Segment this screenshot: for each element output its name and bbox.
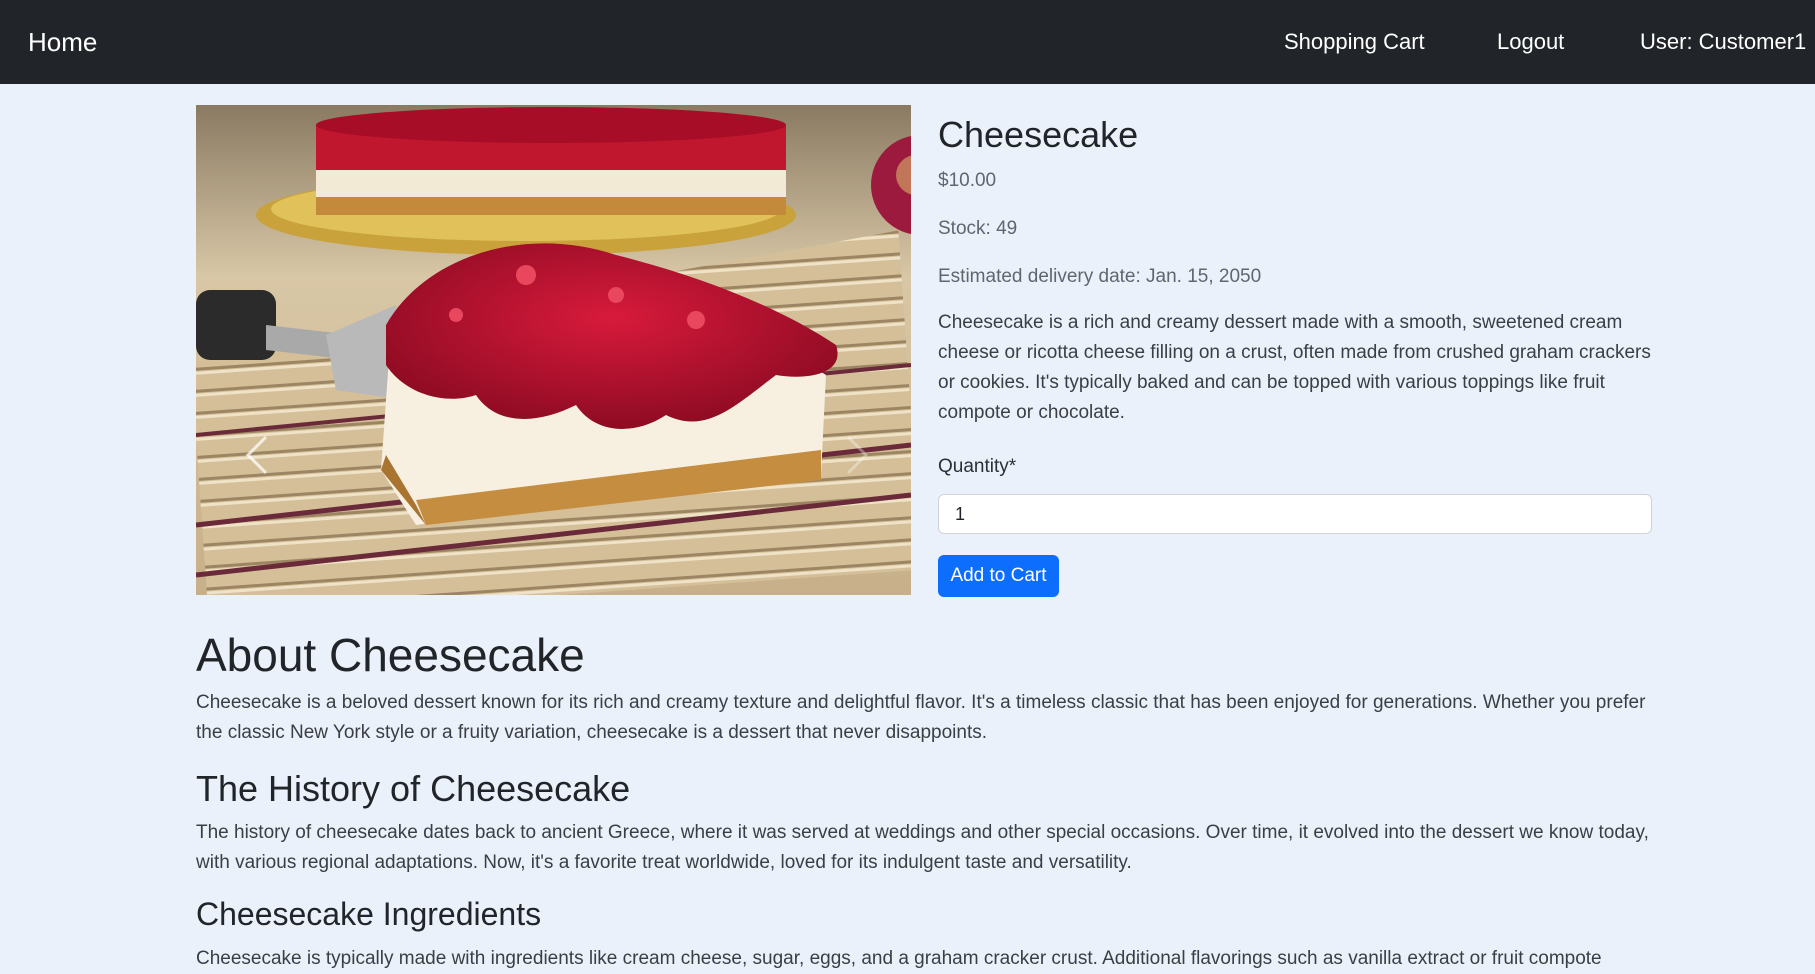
about-heading: About Cheesecake: [196, 629, 585, 681]
chevron-left-icon: [245, 435, 268, 475]
shopping-cart-link[interactable]: Shopping Cart: [1284, 0, 1425, 84]
ingredients-text: Cheesecake is typically made with ingred…: [196, 948, 1602, 969]
product-description: Cheesecake is a rich and creamy dessert …: [938, 312, 1651, 423]
logout-link[interactable]: Logout: [1497, 0, 1564, 84]
product-title: Cheesecake: [938, 114, 1139, 155]
ingredients-heading: Cheesecake Ingredients: [196, 896, 542, 932]
user-link[interactable]: User: Customer1: [1640, 0, 1806, 84]
carousel-prev-button[interactable]: [238, 425, 278, 485]
history-heading: The History of Cheesecake: [196, 768, 631, 809]
top-navbar: Home Shopping Cart Logout User: Customer…: [0, 0, 1815, 84]
add-to-cart-button[interactable]: Add to Cart: [938, 555, 1059, 597]
carousel-next-button[interactable]: [836, 425, 876, 485]
quantity-input[interactable]: [938, 494, 1652, 534]
product-stock: Stock: 49: [938, 218, 1018, 239]
home-link[interactable]: Home: [28, 0, 97, 84]
product-price: $10.00: [938, 170, 997, 191]
about-text: Cheesecake is a beloved dessert known fo…: [196, 692, 1646, 743]
history-text: The history of cheesecake dates back to …: [196, 822, 1649, 873]
quantity-label: Quantity*: [938, 456, 1017, 477]
cheesecake-photo: [196, 105, 911, 595]
product-image-carousel: [196, 105, 911, 595]
chevron-right-icon: [846, 435, 869, 475]
delivery-date: Estimated delivery date: Jan. 15, 2050: [938, 266, 1262, 287]
